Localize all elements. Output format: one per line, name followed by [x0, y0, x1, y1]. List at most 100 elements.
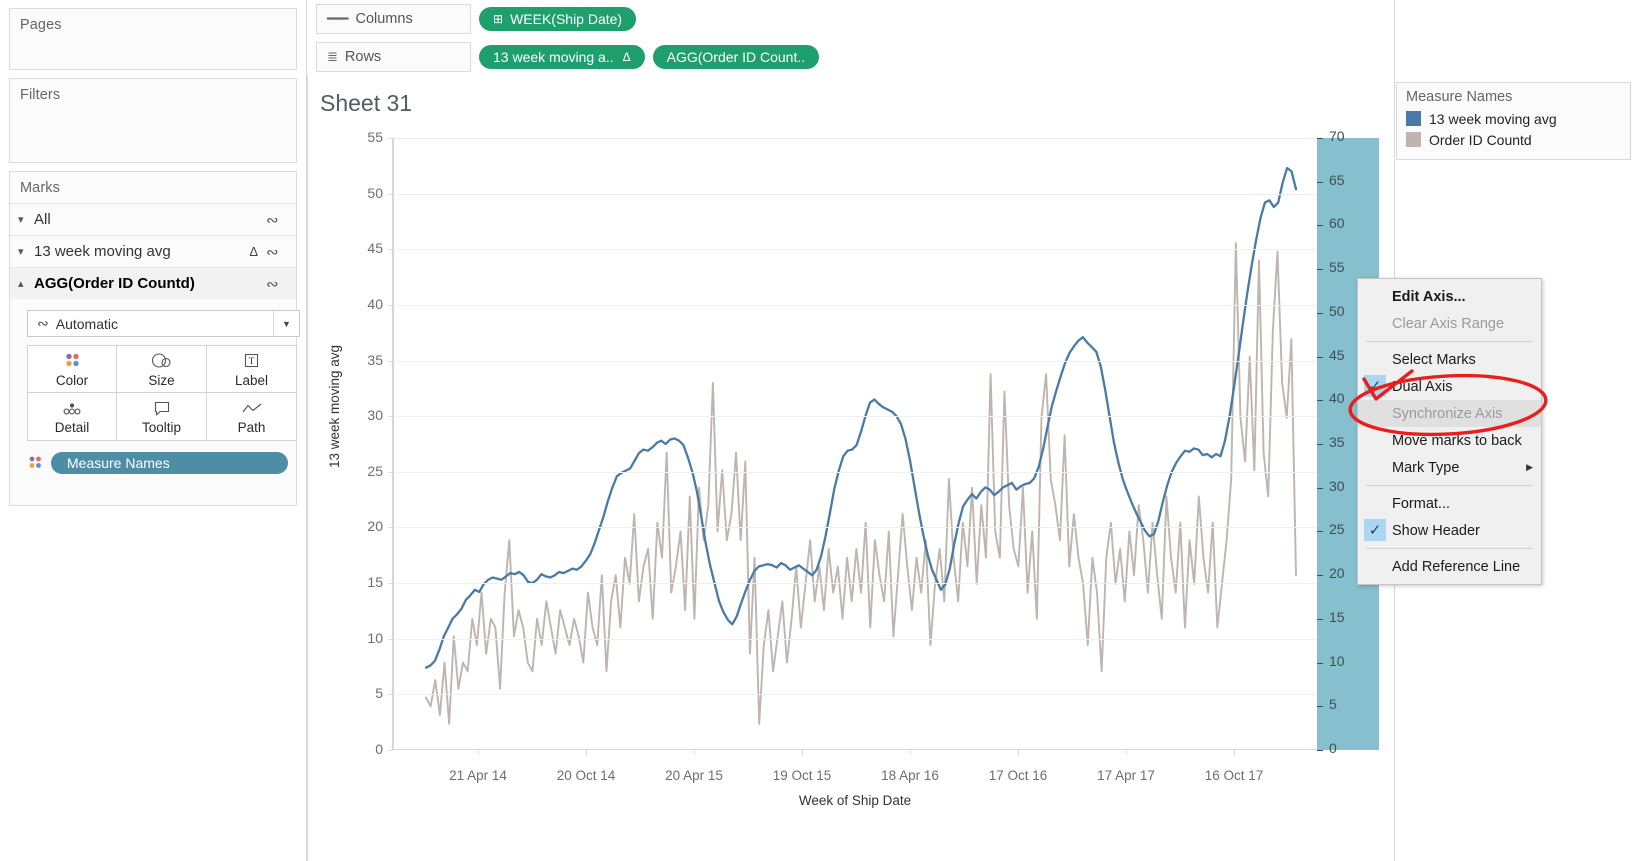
delta-icon: Δ [622, 50, 631, 64]
pill-label: WEEK(Ship Date) [510, 11, 623, 27]
y-axis-right-tick: 30 [1329, 477, 1345, 494]
x-axis[interactable]: 21 Apr 14 20 Oct 14 20 Apr 15 19 Oct 15 18 A… [393, 750, 1317, 790]
menu-item-mark-type[interactable]: Mark Type ▶ [1358, 454, 1541, 481]
y-axis-right-tick: 35 [1329, 434, 1345, 450]
menu-item-edit-axis[interactable]: Edit Axis... [1358, 283, 1541, 310]
menu-item-show-header[interactable]: ✓ Show Header [1358, 517, 1541, 544]
chevron-down-icon[interactable]: ▾ [18, 213, 34, 226]
y-axis-left-tick: 15 [367, 574, 383, 591]
menu-item-label: Edit Axis... [1392, 288, 1466, 305]
legend-swatch [1406, 111, 1421, 126]
measure-names-pill[interactable]: Measure Names [51, 452, 288, 474]
y-axis-left-tick: 55 [367, 129, 383, 145]
expand-plus-icon[interactable]: ⊞ [493, 12, 503, 26]
x-axis-tick-label: 18 Apr 16 [881, 768, 939, 783]
pill-agg-order-id-countd[interactable]: AGG(Order ID Count.. [652, 45, 820, 69]
plot-area-wrapper: 13 week moving avg 0 5 10 15 20 25 30 35 40 45 50 5… [308, 128, 1395, 861]
line-mark-icon: ∾ [266, 243, 279, 261]
columns-shelf[interactable]: ━━━ Columns ⊞ WEEK(Ship Date) [316, 4, 637, 34]
menu-item-select-marks[interactable]: Select Marks [1358, 346, 1541, 373]
size-button-label: Size [148, 372, 175, 388]
menu-item-add-reference-line[interactable]: Add Reference Line [1358, 553, 1541, 580]
filters-shelf[interactable]: Filters [9, 78, 297, 163]
gridline [394, 638, 1317, 640]
y-axis-right-tick: 0 [1329, 740, 1337, 756]
path-button-label: Path [237, 420, 266, 435]
chart-plot[interactable] [393, 138, 1317, 750]
mark-type-dropdown[interactable]: ∾ Automatic ▼ [27, 310, 300, 337]
menu-item-label: Clear Axis Range [1392, 315, 1505, 332]
x-axis-tick-label: 20 Apr 15 [665, 768, 723, 783]
marks-group-moving-avg[interactable]: ▾ 13 week moving avg Δ ∾ [10, 235, 296, 267]
mark-type-value: Automatic [55, 315, 118, 332]
legend-item-moving-avg[interactable]: 13 week moving avg [1397, 108, 1630, 129]
gridline [394, 138, 1317, 139]
line-mark-icon: ∾ [266, 211, 279, 229]
marks-group-label: AGG(Order ID Countd) [34, 275, 195, 292]
chevron-up-icon[interactable]: ▴ [18, 277, 34, 290]
legend-item-label: Order ID Countd [1429, 131, 1532, 148]
measure-names-legend[interactable]: Measure Names 13 week moving avg Order I… [1396, 82, 1631, 160]
series-line-order-id-countd [425, 241, 1297, 725]
x-axis-title[interactable]: Week of Ship Date [393, 793, 1317, 808]
menu-item-label: Move marks to back [1392, 432, 1522, 449]
y-axis-left-tick: 10 [367, 629, 383, 646]
x-axis-tick-label: 17 Apr 17 [1097, 768, 1155, 783]
y-axis-right-tick: 15 [1329, 608, 1345, 625]
menu-item-dual-axis[interactable]: ✓ Dual Axis [1358, 373, 1541, 400]
menu-item-label: Select Marks [1392, 351, 1476, 368]
legend-item-order-id-countd[interactable]: Order ID Countd [1397, 129, 1630, 150]
chevron-down-icon[interactable]: ▼ [273, 311, 299, 336]
pill-13-week-moving-avg[interactable]: 13 week moving a.. Δ [479, 45, 645, 69]
pages-shelf[interactable]: Pages [9, 8, 297, 70]
tooltip-button[interactable]: Tooltip [117, 393, 207, 441]
menu-separator [1366, 548, 1533, 549]
x-axis-tick-label: 21 Apr 14 [449, 768, 507, 783]
left-sidebar: Pages Filters Marks ▾ All ∾ ▾ 13 week mo… [0, 0, 307, 861]
marks-group-label: 13 week moving avg [34, 243, 171, 260]
label-button[interactable]: T Label [207, 345, 297, 393]
y-axis-left-tick: 20 [367, 518, 383, 535]
gridline [394, 193, 1317, 195]
chevron-down-icon[interactable]: ▾ [18, 245, 34, 258]
svg-text:T: T [249, 357, 255, 367]
path-button[interactable]: Path [207, 393, 297, 441]
label-icon: T [242, 351, 261, 371]
pill-label: 13 week moving a.. [493, 49, 614, 65]
y-axis-right-tick: 50 [1329, 302, 1345, 319]
columns-shelf-label-box: ━━━ Columns [316, 4, 471, 34]
detail-icon [60, 398, 84, 418]
chart-lines [424, 166, 1298, 725]
menu-item-format[interactable]: Format... [1358, 490, 1541, 517]
checkmark-icon: ✓ [1364, 375, 1386, 397]
y-axis-right-tick: 45 [1329, 346, 1345, 363]
marks-buttons-grid: Color Size T Label Detail Tooltip Path [27, 345, 300, 441]
rows-shelf[interactable]: ≣ Rows 13 week moving a.. Δ AGG(Order ID… [316, 42, 820, 72]
marks-group-order-id-countd[interactable]: ▴ AGG(Order ID Countd) ∾ [10, 267, 296, 299]
y-axis-left-tick: 40 [367, 295, 383, 312]
sheet-title[interactable]: Sheet 31 [320, 90, 412, 117]
menu-item-label: Add Reference Line [1392, 558, 1521, 575]
y-axis-left-tick: 45 [367, 240, 383, 257]
pages-shelf-title: Pages [20, 17, 62, 33]
y-axis-right-tick: 55 [1329, 259, 1345, 276]
legend-item-label: 13 week moving avg [1429, 110, 1557, 127]
menu-item-move-marks-to-back[interactable]: Move marks to back [1358, 427, 1541, 454]
axis-context-menu[interactable]: Edit Axis... Clear Axis Range Select Marks… [1357, 278, 1542, 585]
menu-item-label: Show Header [1392, 522, 1480, 539]
y-axis-left[interactable]: 0 5 10 15 20 25 30 35 40 45 50 55 [308, 129, 393, 757]
x-axis-tick-label: 17 Oct 16 [988, 768, 1048, 783]
size-button[interactable]: Size [117, 345, 207, 393]
color-dots-icon [63, 351, 82, 371]
color-button[interactable]: Color [27, 345, 117, 393]
detail-button[interactable]: Detail [27, 393, 117, 441]
gridline [394, 249, 1317, 251]
rows-shelf-label: Rows [344, 49, 382, 65]
rows-icon: ≣ [327, 49, 338, 64]
gridline [394, 694, 1317, 696]
y-axis-right-tick: 60 [1329, 215, 1345, 232]
marks-group-all[interactable]: ▾ All ∾ [10, 203, 296, 235]
menu-separator [1366, 485, 1533, 486]
pill-week-ship-date[interactable]: ⊞ WEEK(Ship Date) [479, 7, 637, 31]
y-axis-right-tick: 5 [1329, 696, 1337, 713]
